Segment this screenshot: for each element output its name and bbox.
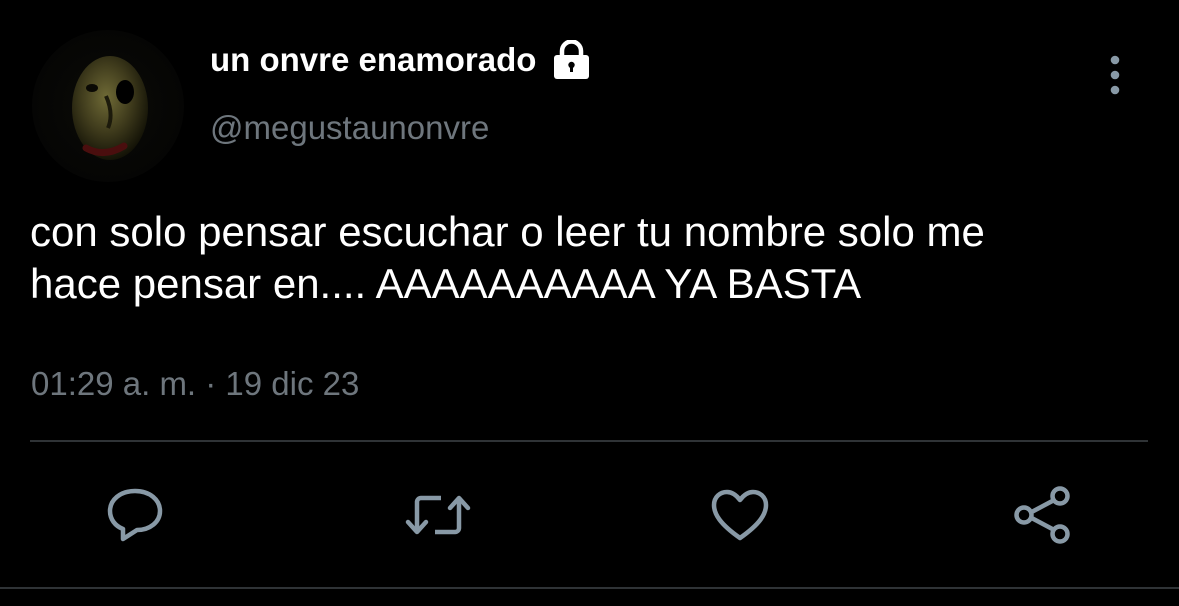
like-button[interactable] xyxy=(707,482,773,548)
retweet-icon xyxy=(405,490,471,540)
user-handle[interactable]: @megustaunonvre xyxy=(210,109,489,147)
lock-icon xyxy=(553,39,590,80)
tweet-text: con solo pensar escuchar o leer tu nombr… xyxy=(30,208,985,307)
share-icon xyxy=(1012,486,1074,544)
avatar[interactable] xyxy=(32,30,184,182)
reply-icon xyxy=(105,487,165,543)
display-name[interactable]: un onvre enamorado xyxy=(210,39,590,80)
heart-icon xyxy=(710,488,770,542)
tweet-timestamp[interactable]: 01:29 a. m. · 19 dic 23 xyxy=(31,365,359,403)
display-name-text[interactable]: un onvre enamorado xyxy=(210,41,536,79)
divider xyxy=(30,440,1148,442)
more-vertical-icon xyxy=(1098,55,1132,102)
reply-button[interactable] xyxy=(102,482,168,548)
bottom-divider xyxy=(0,587,1179,589)
retweet-button[interactable] xyxy=(405,482,471,548)
more-options-button[interactable] xyxy=(1098,54,1132,98)
share-button[interactable] xyxy=(1010,482,1076,548)
